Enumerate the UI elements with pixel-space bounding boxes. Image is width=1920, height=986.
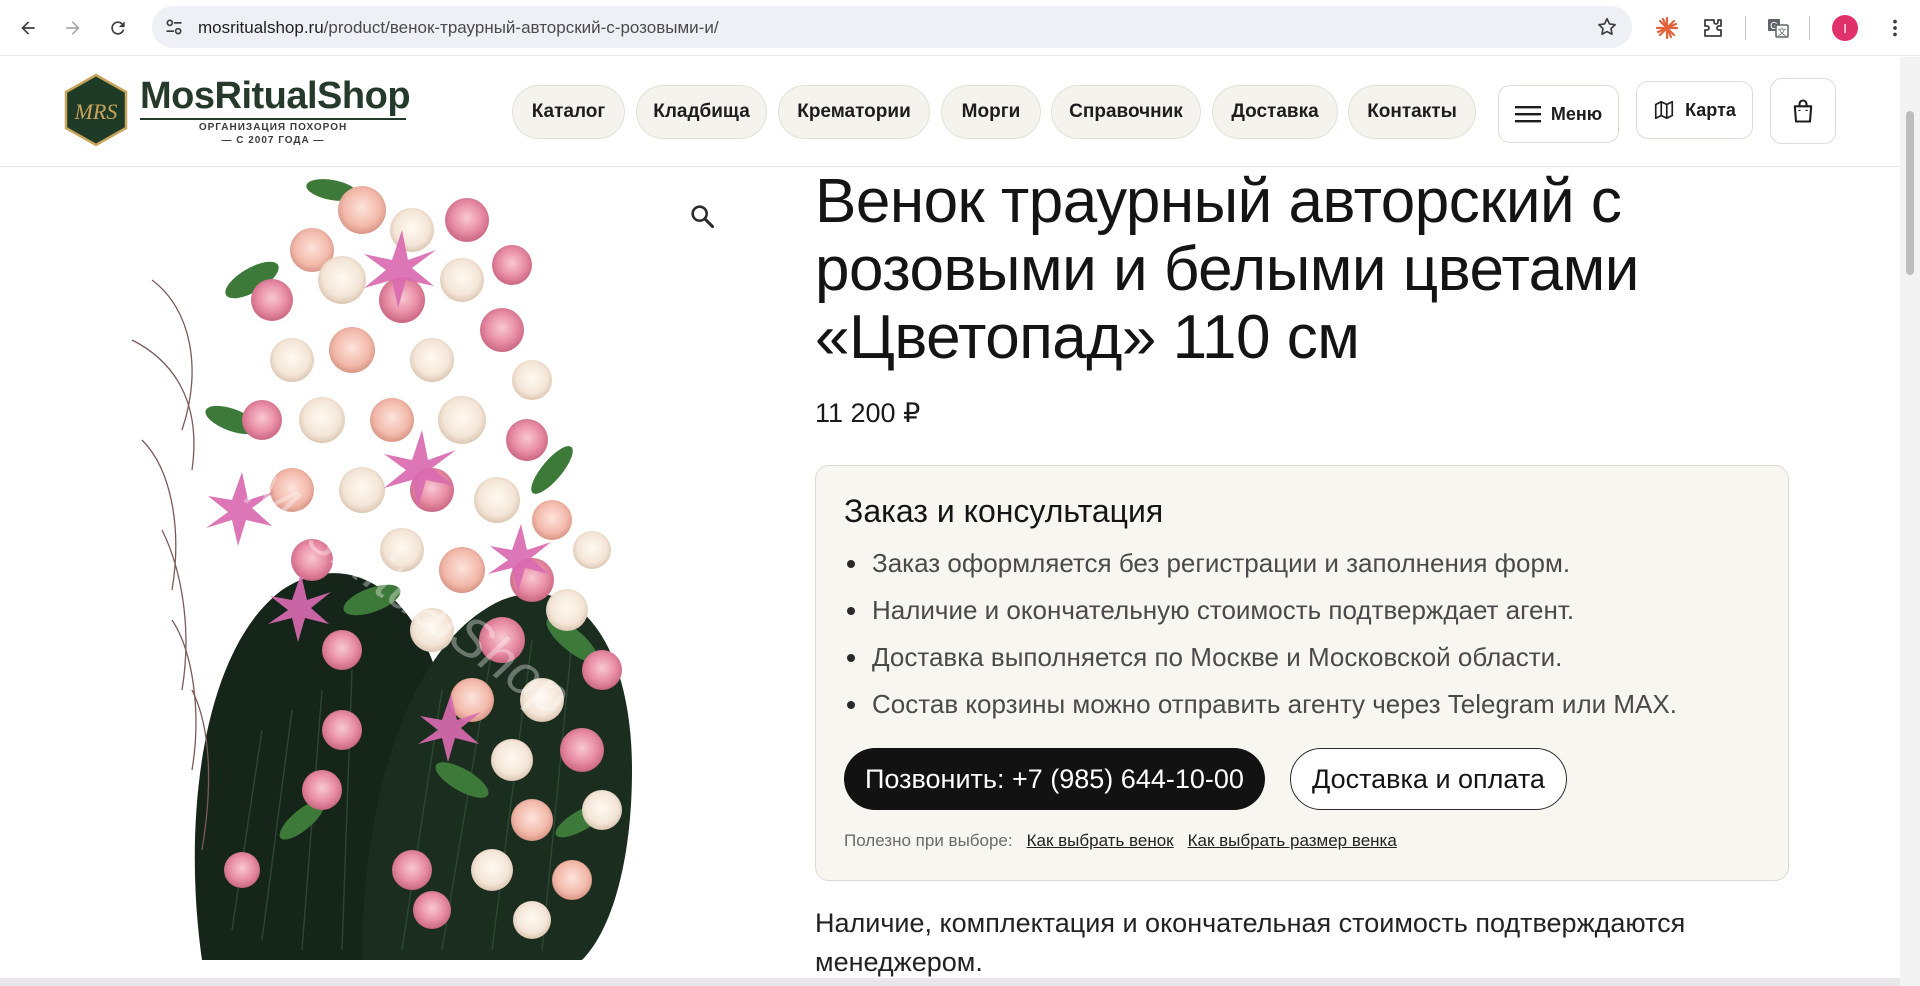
nav-catalog[interactable]: Каталог (512, 85, 625, 139)
product-title: Венок траурный авторский с розовыми и бе… (815, 167, 1639, 372)
logo-monogram-icon[interactable]: MRS (64, 73, 128, 147)
menu-label: Меню (1550, 103, 1603, 124)
back-button[interactable] (10, 10, 46, 46)
delivery-payment-button[interactable]: Доставка и оплата (1290, 748, 1567, 810)
nav-crematoria[interactable]: Крематории (778, 85, 930, 139)
useful-links: Полезно при выборе: Как выбрать венок Как … (844, 831, 1397, 851)
shopping-bag-icon (1793, 99, 1813, 123)
logo-tagline: ОРГАНИЗАЦИЯ ПОХОРОН (198, 122, 348, 133)
zoom-magnifier-icon[interactable] (688, 202, 716, 230)
list-item: Заказ оформляется без регистрации и запо… (844, 546, 1677, 593)
address-bar[interactable]: mosritualshop.ru/product/венок-траурный-… (152, 6, 1632, 48)
map-label: Карта (1685, 99, 1736, 120)
logo-name[interactable]: MosRitualShop (140, 75, 411, 118)
how-to-choose-wreath-link[interactable]: Как выбрать венок (1027, 831, 1174, 850)
translate-icon: G 文 (1768, 19, 1789, 38)
site-header: MRS MosRitualShop ОРГАНИЗАЦИЯ ПОХОРОН — … (0, 57, 1900, 167)
order-info-list: Заказ оформляется без регистрации и запо… (844, 546, 1677, 734)
extensions-button[interactable] (1698, 13, 1728, 43)
logo-underline (140, 118, 406, 120)
availability-note: Наличие, комплектация и окончательная ст… (815, 908, 1686, 977)
scrollbar-thumb[interactable] (1906, 111, 1914, 275)
list-item: Доставка выполняется по Москве и Московс… (844, 640, 1677, 687)
nav-cemeteries[interactable]: Кладбища (636, 85, 767, 139)
map-icon (1655, 100, 1674, 120)
svg-text:MRS: MRS (74, 99, 118, 124)
how-to-choose-wreath-size-link[interactable]: Как выбрать размер венка (1188, 831, 1397, 850)
bottom-content-edge (0, 978, 1900, 986)
extension-burst-button[interactable] (1652, 13, 1682, 43)
nav-contacts[interactable]: Контакты (1348, 85, 1476, 139)
order-consultation-box: Заказ и консультация Заказ оформляется б… (815, 465, 1789, 881)
svg-text:文: 文 (1777, 26, 1786, 37)
translate-button[interactable]: G 文 (1763, 13, 1793, 43)
extensions-puzzle-icon (1704, 19, 1722, 37)
hamburger-icon (1514, 106, 1541, 123)
forward-button[interactable] (55, 10, 91, 46)
menu-button[interactable]: Меню (1498, 85, 1619, 143)
site-info-icon[interactable] (164, 17, 184, 37)
nav-morgues[interactable]: Морги (941, 85, 1041, 139)
url-host: mosritualshop.ru (198, 18, 324, 37)
nav-delivery[interactable]: Доставка (1212, 85, 1338, 139)
list-item: Наличие и окончательную стоимость подтве… (844, 593, 1677, 640)
toolbar-separator (1745, 16, 1746, 40)
back-icon (21, 21, 35, 35)
order-box-title: Заказ и консультация (844, 493, 1164, 529)
url-path: /product/венок-траурный-авторский-с-розо… (323, 18, 719, 37)
browser-menu-button[interactable] (1880, 13, 1910, 43)
profile-avatar[interactable]: I (1832, 15, 1858, 41)
map-button[interactable]: Карта (1636, 81, 1753, 139)
forward-icon (66, 21, 80, 35)
useful-label: Полезно при выборе: (844, 831, 1013, 850)
bookmark-star-icon[interactable] (1596, 16, 1618, 38)
reload-button[interactable] (100, 10, 136, 46)
browser-toolbar: mosritualshop.ru/product/венок-траурный-… (0, 0, 1920, 56)
list-item: Состав корзины можно отправить агенту че… (844, 687, 1677, 734)
url-text: mosritualshop.ru/product/венок-траурный-… (198, 18, 719, 38)
more-vert-icon (1893, 19, 1897, 37)
extension-burst-icon (1655, 16, 1679, 40)
toolbar-separator (1809, 16, 1810, 40)
page-scrollbar[interactable] (1900, 57, 1920, 986)
product-image[interactable]: MosRitualShop (112, 170, 732, 970)
nav-reference[interactable]: Справочник (1051, 85, 1201, 139)
call-button[interactable]: Позвонить: +7 (985) 644-10-00 (844, 748, 1265, 810)
reload-icon (111, 21, 125, 35)
logo-since: — С 2007 ГОДА — (221, 135, 325, 146)
product-price: 11 200 ₽ (815, 398, 921, 428)
cart-button[interactable] (1770, 78, 1836, 144)
